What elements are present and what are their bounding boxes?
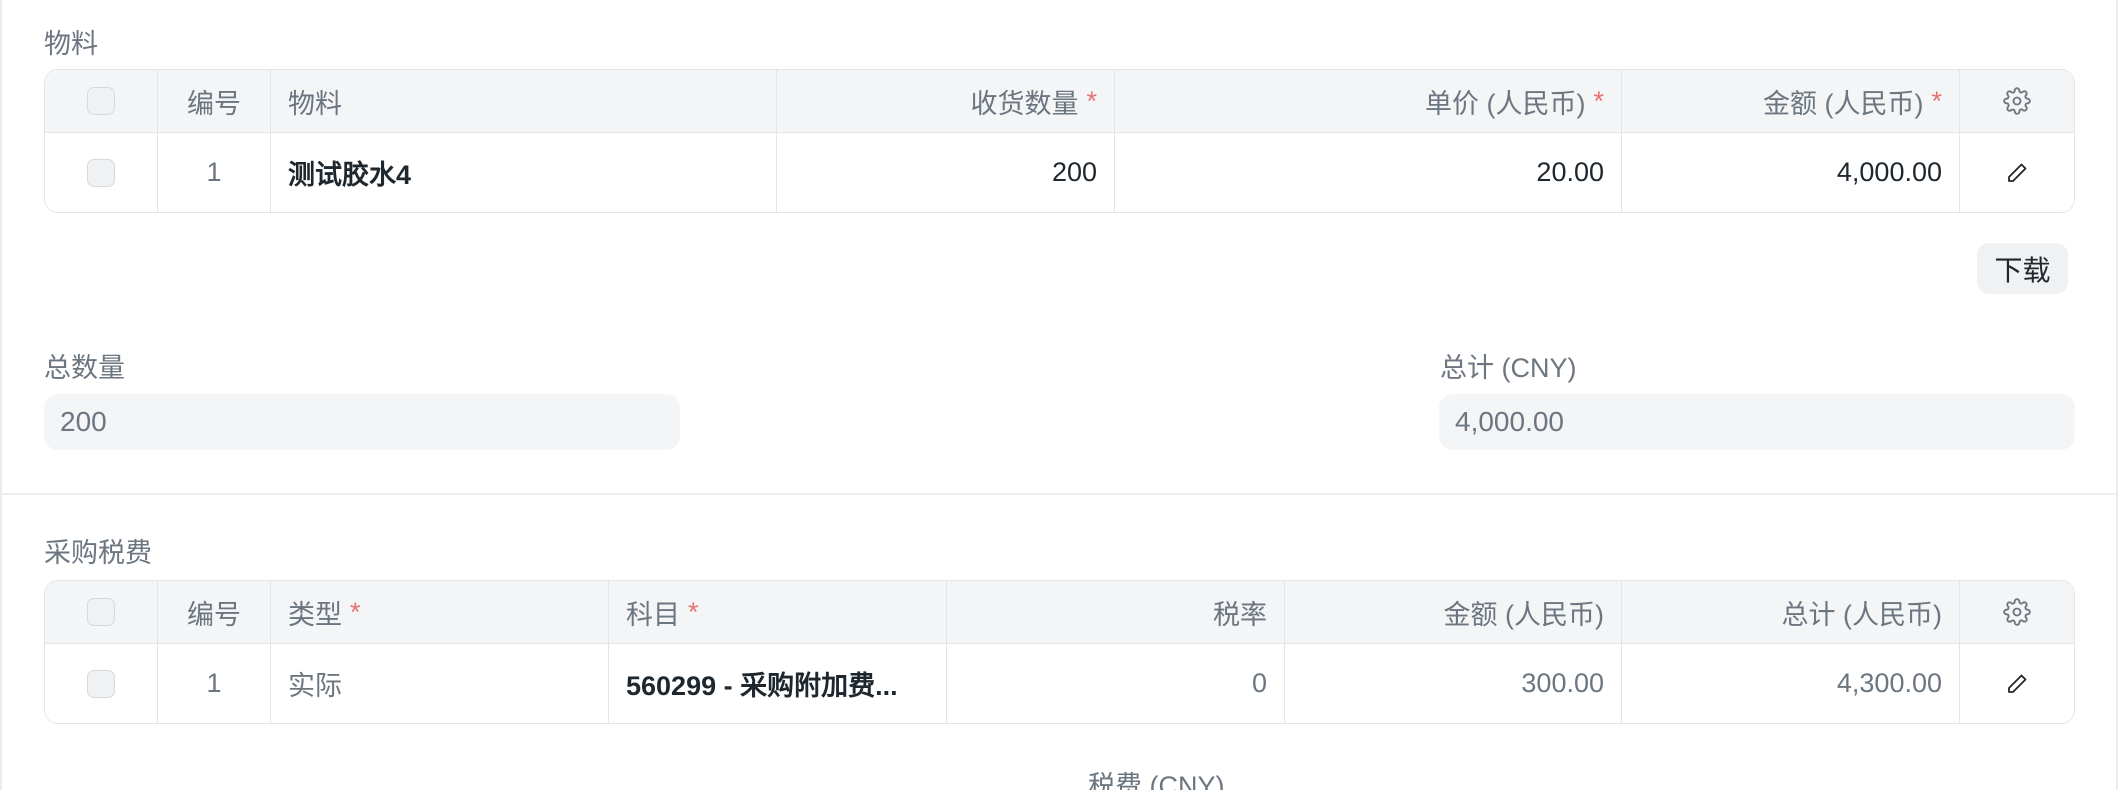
- header-received-qty: 收货数量 *: [777, 70, 1115, 132]
- row-checkbox[interactable]: [87, 669, 115, 698]
- total-qty-field[interactable]: 200: [44, 394, 680, 450]
- row-rate[interactable]: 0: [947, 644, 1285, 723]
- header-total: 总计 (人民币): [1622, 581, 1960, 643]
- gear-icon: [2002, 598, 2031, 626]
- header-amount: 金额 (人民币): [1285, 581, 1622, 643]
- header-account: 科目 *: [609, 581, 947, 643]
- required-marker: *: [1593, 85, 1604, 116]
- header-index: 编号: [158, 581, 271, 643]
- required-marker: *: [688, 596, 699, 627]
- header-item: 物料: [271, 70, 777, 132]
- grid-settings-button[interactable]: [1960, 70, 2073, 132]
- row-rate[interactable]: 20.00: [1115, 133, 1622, 212]
- page-border-left: [0, 0, 2, 790]
- row-edit-button[interactable]: [1960, 133, 2073, 212]
- taxes-grid: 编号 类型 * 科目 * 税率 金额 (人民币) 总计 (人民币) 1 实际 5…: [44, 580, 2075, 724]
- header-amount: 金额 (人民币) *: [1622, 70, 1960, 132]
- row-received-qty[interactable]: 200: [777, 133, 1115, 212]
- row-amount[interactable]: 4,000.00: [1622, 133, 1960, 212]
- header-account-label: 科目: [626, 599, 680, 630]
- required-marker: *: [350, 596, 361, 627]
- row-item[interactable]: 测试胶水4: [271, 133, 777, 212]
- header-type-label: 类型: [288, 599, 342, 630]
- select-all-cell: [45, 581, 158, 643]
- table-row[interactable]: 1 实际 560299 - 采购附加费... 0 300.00 4,300.00: [45, 644, 2074, 723]
- pencil-icon: [2007, 163, 2026, 182]
- items-grid: 编号 物料 收货数量 * 单价 (人民币) * 金额 (人民币) * 1 测试胶…: [44, 69, 2075, 213]
- taxes-section-label: 采购税费: [44, 538, 152, 568]
- total-field[interactable]: 4,000.00: [1439, 394, 2075, 450]
- gear-icon: [2002, 87, 2031, 115]
- header-index: 编号: [158, 70, 271, 132]
- row-amount[interactable]: 300.00: [1285, 644, 1622, 723]
- page-border-right: [2116, 0, 2118, 790]
- required-marker: *: [1931, 85, 1942, 116]
- header-rate: 税率: [947, 581, 1285, 643]
- row-select-cell: [45, 133, 158, 212]
- grid-settings-button[interactable]: [1960, 581, 2073, 643]
- items-section-label: 物料: [44, 29, 98, 59]
- taxes-grid-header: 编号 类型 * 科目 * 税率 金额 (人民币) 总计 (人民币): [45, 581, 2074, 644]
- row-select-cell: [45, 644, 158, 723]
- taxes-total-label: 税费 (CNY): [1088, 771, 1225, 790]
- download-button[interactable]: 下载: [1977, 243, 2068, 294]
- row-edit-button[interactable]: [1960, 644, 2073, 723]
- header-item-label: 物料: [288, 88, 342, 119]
- row-type[interactable]: 实际: [271, 644, 609, 723]
- pencil-icon: [2007, 674, 2026, 693]
- total-label: 总计 (CNY): [1440, 353, 1577, 383]
- items-grid-header: 编号 物料 收货数量 * 单价 (人民币) * 金额 (人民币) *: [45, 70, 2074, 133]
- select-all-checkbox[interactable]: [87, 598, 115, 626]
- header-type: 类型 *: [271, 581, 609, 643]
- header-rate: 单价 (人民币) *: [1115, 70, 1622, 132]
- table-row[interactable]: 1 测试胶水4 200 20.00 4,000.00: [45, 133, 2074, 212]
- section-divider: [2, 493, 2116, 495]
- row-index: 1: [158, 133, 271, 212]
- header-rate-label: 单价 (人民币): [1425, 88, 1586, 119]
- header-received-qty-label: 收货数量: [970, 88, 1079, 119]
- header-amount-label: 金额 (人民币): [1763, 88, 1924, 119]
- select-all-cell: [45, 70, 158, 132]
- select-all-checkbox[interactable]: [87, 87, 115, 115]
- row-index: 1: [158, 644, 271, 723]
- row-total[interactable]: 4,300.00: [1622, 644, 1960, 723]
- total-qty-label: 总数量: [44, 353, 125, 383]
- row-account[interactable]: 560299 - 采购附加费...: [609, 644, 947, 723]
- required-marker: *: [1086, 85, 1097, 116]
- row-checkbox[interactable]: [87, 158, 115, 187]
